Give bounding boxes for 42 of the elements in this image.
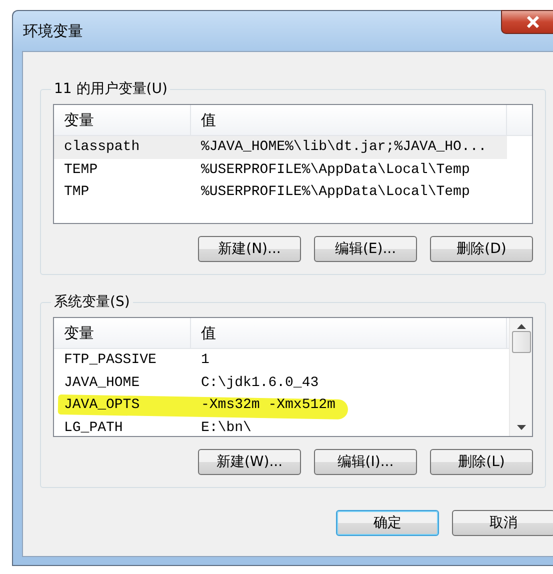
close-icon — [526, 16, 540, 28]
variable-value: %USERPROFILE%\AppData\Local\Temp — [200, 184, 471, 200]
variable-value: %JAVA_HOME%\lib\dt.jar;%JAVA_HO... — [200, 139, 488, 156]
variable-row[interactable]: TMP %USERPROFILE%\AppData\Local\Temp — [54, 181, 507, 204]
variable-row[interactable]: classpath %JAVA_HOME%\lib\dt.jar;%JAVA_HO... — [54, 136, 507, 158]
variable-row[interactable]: JAVA_OPTS -Xms32m -Xmx512m — [54, 394, 507, 416]
variable-row[interactable]: LG_PATH E:\bn\ — [54, 416, 507, 436]
column-header[interactable]: 变量 — [54, 318, 191, 348]
dialog-button[interactable]: 取消 — [452, 510, 553, 536]
scrollbar-thumb[interactable] — [512, 331, 530, 353]
variable-row[interactable]: JAVA_HOME C:\jdk1.6.0_43 — [54, 372, 507, 394]
scrollbar[interactable] — [509, 318, 532, 436]
variable-name: JAVA_HOME — [63, 374, 141, 391]
action-button[interactable]: 编辑(E)... — [314, 236, 417, 262]
variable-name: FTP_PASSIVE — [63, 352, 158, 368]
dialog-button[interactable]: 确定 — [336, 510, 439, 536]
column-header[interactable]: 值 — [191, 318, 507, 348]
variable-value: %USERPROFILE%\AppData\Local\Temp — [200, 162, 471, 178]
window-title: 环境变量 — [23, 22, 83, 40]
column-header[interactable]: 值 — [191, 105, 507, 135]
variable-value: E:\bn\ — [200, 420, 252, 436]
variable-name: JAVA_OPTS — [63, 397, 141, 414]
group-label: 11 的用户变量(U) — [53, 80, 168, 98]
scroll-up-icon[interactable] — [516, 324, 526, 329]
variable-name: TMP — [63, 184, 90, 200]
variable-value: -Xms32m -Xmx512m — [200, 397, 336, 414]
variable-name: TEMP — [63, 162, 99, 178]
variable-name: classpath — [63, 139, 141, 156]
scroll-down-icon[interactable] — [516, 425, 526, 430]
action-button[interactable]: 编辑(I)... — [314, 449, 417, 475]
variable-row[interactable]: TEMP %USERPROFILE%\AppData\Local\Temp — [54, 158, 507, 181]
action-button[interactable]: 新建(N)... — [198, 236, 301, 262]
action-button[interactable]: 新建(W)... — [198, 449, 301, 475]
variable-value: C:\jdk1.6.0_43 — [200, 374, 320, 391]
action-button[interactable]: 删除(D) — [430, 236, 533, 262]
variable-row[interactable]: FTP_PASSIVE 1 — [54, 349, 507, 372]
variable-name: LG_PATH — [63, 420, 124, 436]
variable-value: 1 — [200, 352, 210, 368]
column-header[interactable]: 变量 — [54, 105, 191, 135]
action-button[interactable]: 删除(L) — [430, 449, 533, 475]
close-button[interactable] — [501, 10, 553, 34]
group-label: 系统变量(S) — [53, 293, 131, 311]
